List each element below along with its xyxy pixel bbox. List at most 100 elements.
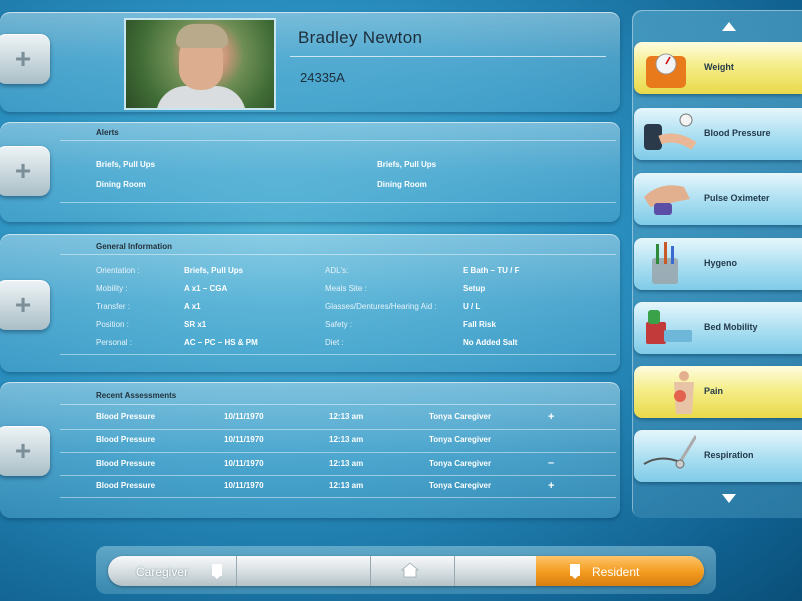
info-label: Position : (96, 320, 129, 329)
sidebar-item-hygeno[interactable]: Hygeno (634, 238, 802, 290)
assessment-type: Blood Pressure (96, 459, 156, 468)
assessment-date: 10/11/1970 (224, 412, 264, 421)
scroll-down-icon[interactable] (722, 494, 736, 503)
blood-pressure-cuff-icon (644, 113, 696, 150)
sidebar-item-label: Blood Pressure (704, 128, 771, 138)
info-label: Personal : (96, 338, 133, 347)
assessment-time: 12:13 am (329, 481, 364, 490)
alerts-title: Alerts (96, 128, 119, 137)
toothbrush-cup-icon (652, 242, 678, 284)
plus-icon: + (14, 289, 32, 320)
sidebar-item-blood-pressure[interactable]: Blood Pressure (634, 108, 802, 160)
plus-icon: + (14, 43, 32, 74)
pulse-oximeter-icon (644, 185, 690, 215)
sidebar-item-label: Weight (704, 62, 734, 72)
sidebar-item-weight[interactable]: Weight (634, 42, 802, 94)
general-info-title: General Information (96, 242, 173, 251)
info-value: Setup (463, 284, 486, 293)
alert-item: Dining Room (377, 180, 427, 189)
assessment-mark: + (548, 411, 555, 423)
home-tab[interactable] (370, 556, 455, 586)
assessment-mark: – (548, 457, 555, 469)
alert-item: Dining Room (96, 180, 146, 189)
resident-photo (124, 18, 276, 110)
info-label: Safety : (325, 320, 353, 329)
assessment-time: 12:13 am (329, 412, 364, 421)
divider (60, 452, 616, 453)
resident-tab-label: Resident (592, 565, 640, 579)
info-label: Glasses/Dentures/Hearing Aid : (325, 302, 437, 311)
assessment-date: 10/11/1970 (224, 459, 264, 468)
scroll-up-icon[interactable] (722, 22, 736, 31)
plus-icon: + (14, 435, 32, 466)
divider (60, 202, 616, 203)
stethoscope-icon (643, 435, 696, 469)
info-value: U / L (463, 302, 481, 311)
divider (60, 429, 616, 430)
sidebar-item-label: Bed Mobility (704, 322, 758, 332)
caregiver-doc-icon (212, 564, 222, 579)
assessment-caregiver: Tonya Caregiver (429, 481, 492, 490)
bed-icon (646, 310, 692, 344)
assessment-mark: + (548, 480, 555, 492)
home-icon (401, 562, 419, 578)
resident-doc-icon (570, 564, 580, 579)
sidebar-item-pain[interactable]: Pain (634, 366, 802, 418)
info-label: ADL's: (325, 266, 349, 275)
assessment-time: 12:13 am (329, 459, 364, 468)
assessment-caregiver: Tonya Caregiver (429, 435, 492, 444)
info-value: E Bath – TU / F (463, 266, 520, 275)
info-label: Orientation : (96, 266, 140, 275)
info-value: A x1 (184, 302, 201, 311)
assessment-type: Blood Pressure (96, 481, 156, 490)
sidebar-item-bed-mobility[interactable]: Bed Mobility (634, 302, 802, 354)
divider (60, 497, 616, 498)
info-label: Diet : (325, 338, 344, 347)
sidebar-item-pulse-oximeter[interactable]: Pulse Oximeter (634, 173, 802, 225)
assessment-date: 10/11/1970 (224, 481, 264, 490)
alert-item: Briefs, Pull Ups (377, 160, 437, 169)
divider (290, 56, 606, 57)
resident-name: Bradley Newton (298, 28, 423, 47)
resident-tab[interactable]: Resident (536, 556, 704, 586)
scale-icon (646, 53, 686, 88)
sidebar-item-respiration[interactable]: Respiration (634, 430, 802, 482)
alert-item: Briefs, Pull Ups (96, 160, 156, 169)
profile-expand-button[interactable]: + (0, 34, 50, 84)
info-value: A x1 – CGA (184, 284, 228, 293)
divider (60, 404, 616, 405)
info-value: Briefs, Pull Ups (184, 266, 244, 275)
alerts-panel (0, 122, 620, 222)
info-value: AC – PC – HS & PM (184, 338, 258, 347)
back-pain-icon (674, 371, 694, 414)
sidebar-item-label: Pulse Oximeter (704, 193, 770, 203)
sidebar-item-label: Hygeno (704, 258, 738, 268)
plus-icon: + (14, 155, 32, 186)
assessments-expand-button[interactable]: + (0, 426, 50, 476)
divider (60, 140, 616, 141)
info-label: Mobility : (96, 284, 128, 293)
assessment-time: 12:13 am (329, 435, 364, 444)
resident-id: 24335A (300, 70, 345, 85)
sidebar-item-label: Pain (704, 386, 724, 396)
divider (60, 354, 616, 355)
alerts-expand-button[interactable]: + (0, 146, 50, 196)
info-label: Meals Site : (325, 284, 367, 293)
assessment-type: Blood Pressure (96, 435, 156, 444)
caregiver-tab[interactable]: Caregiver (108, 556, 237, 586)
bottom-nav: Caregiver Resident (108, 556, 704, 586)
sidebar-item-label: Respiration (704, 450, 754, 460)
nav-segment[interactable] (454, 556, 537, 586)
nav-segment[interactable] (236, 556, 371, 586)
profile-panel (0, 12, 620, 112)
divider (60, 254, 616, 255)
caregiver-tab-label: Caregiver (136, 565, 189, 579)
assessments-title: Recent Assessments (96, 391, 177, 400)
info-value: SR x1 (184, 320, 207, 329)
assessment-caregiver: Tonya Caregiver (429, 459, 492, 468)
info-value: Fall Risk (463, 320, 496, 329)
info-value: No Added Salt (463, 338, 518, 347)
assessment-type: Blood Pressure (96, 412, 156, 421)
general-info-expand-button[interactable]: + (0, 280, 50, 330)
assessment-caregiver: Tonya Caregiver (429, 412, 492, 421)
